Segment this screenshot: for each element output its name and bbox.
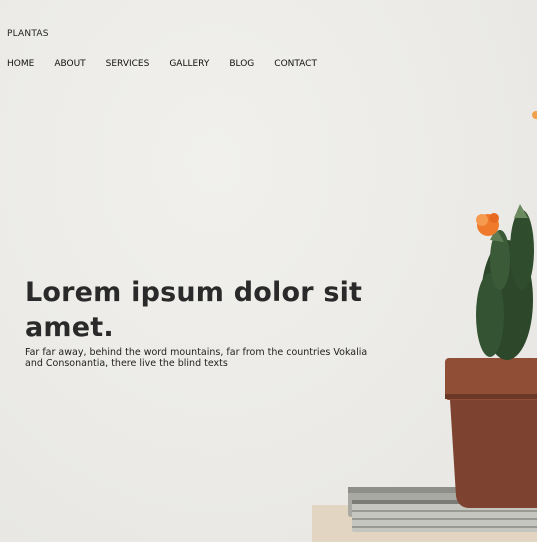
nav-item-blog[interactable]: BLOG [229,59,254,69]
nav-item-home[interactable]: HOME [7,59,34,69]
cactus-pot-image [312,111,537,542]
site-logo[interactable]: PLANTAS [7,29,49,39]
nav-item-gallery[interactable]: GALLERY [169,59,209,69]
pot [445,358,537,508]
nav-item-about[interactable]: ABOUT [54,59,85,69]
main-nav: HOME ABOUT SERVICES GALLERY BLOG CONTACT [7,59,317,69]
nav-item-services[interactable]: SERVICES [106,59,150,69]
nav-item-contact[interactable]: CONTACT [274,59,317,69]
